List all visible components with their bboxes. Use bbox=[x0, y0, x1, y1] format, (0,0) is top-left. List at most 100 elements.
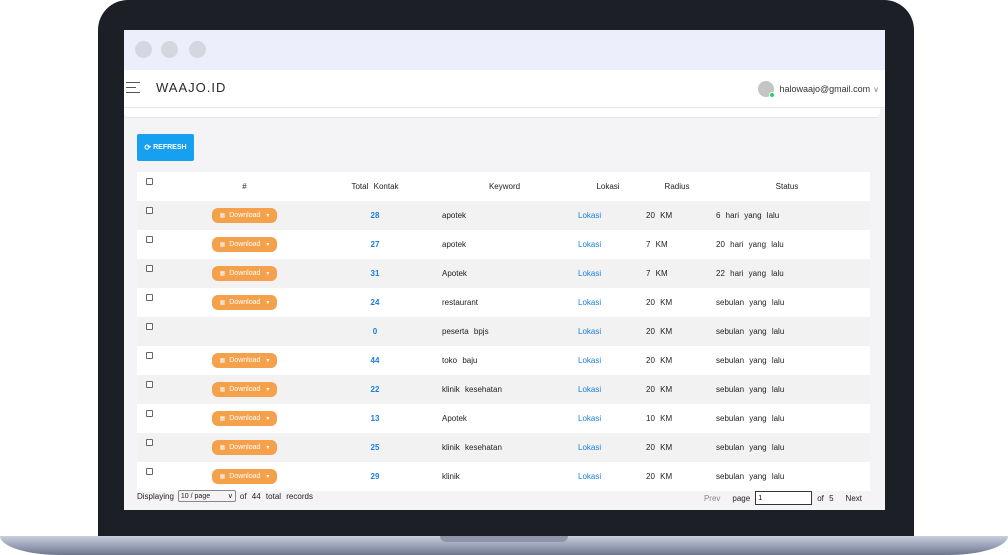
caret-down-icon: ▾ bbox=[266, 300, 270, 306]
keyword-cell: klinik bbox=[442, 472, 460, 481]
download-label: Download bbox=[229, 444, 261, 451]
next-page-link[interactable]: Next bbox=[846, 494, 862, 503]
radius-cell: 20 KM bbox=[646, 385, 673, 394]
download-button[interactable]: ▦ Download ▾ bbox=[212, 440, 277, 455]
caret-down-icon: ▾ bbox=[266, 271, 270, 277]
download-button[interactable]: ▦ Download ▾ bbox=[212, 469, 277, 484]
header-keyword[interactable]: Keyword bbox=[442, 172, 567, 201]
brand-logo[interactable]: WAAJO.ID bbox=[156, 80, 226, 95]
lokasi-link[interactable]: Lokasi bbox=[578, 240, 601, 249]
table-row: ▦ Download ▾ 44 toko baju Lokasi 20 KM sebulan … bbox=[137, 346, 870, 375]
download-button[interactable]: ▦ Download ▾ bbox=[212, 382, 277, 397]
row-checkbox[interactable] bbox=[146, 294, 153, 301]
window-minimize-dot[interactable] bbox=[161, 41, 178, 58]
download-label: Download bbox=[229, 473, 261, 480]
header-status[interactable]: Status bbox=[737, 172, 837, 201]
download-label: Download bbox=[229, 386, 261, 393]
row-checkbox[interactable] bbox=[146, 352, 153, 359]
records-count: of 44 total records bbox=[239, 491, 313, 501]
header-total-kontak[interactable]: Total Kontak bbox=[337, 172, 413, 201]
keyword-cell: klinik kesehatan bbox=[442, 443, 502, 452]
row-checkbox[interactable] bbox=[146, 265, 153, 272]
window-maximize-dot[interactable] bbox=[189, 41, 206, 58]
total-kontak-link[interactable]: 13 bbox=[371, 414, 380, 423]
total-kontak-link[interactable]: 0 bbox=[373, 327, 377, 336]
total-kontak-link[interactable]: 44 bbox=[371, 356, 380, 365]
download-button[interactable]: ▦ Download ▾ bbox=[212, 237, 277, 252]
lokasi-link[interactable]: Lokasi bbox=[578, 443, 601, 452]
table-row: ▦ Download ▾ 24 restaurant Lokasi 20 KM sebulan… bbox=[137, 288, 870, 317]
sub-header-bar bbox=[124, 108, 880, 118]
refresh-label: REFRESH bbox=[153, 144, 187, 151]
lokasi-link[interactable]: Lokasi bbox=[578, 385, 601, 394]
download-label: Download bbox=[229, 212, 261, 219]
per-page-select[interactable]: 10 / page ∨ bbox=[177, 490, 236, 502]
status-cell: sebulan yang lalu bbox=[716, 472, 785, 481]
header-lokasi[interactable]: Lokasi bbox=[583, 172, 633, 201]
caret-down-icon: ▾ bbox=[266, 445, 270, 451]
row-checkbox[interactable] bbox=[146, 207, 153, 214]
lokasi-link[interactable]: Lokasi bbox=[578, 298, 601, 307]
lokasi-link[interactable]: Lokasi bbox=[578, 472, 601, 481]
status-cell: sebulan yang lalu bbox=[716, 327, 785, 336]
radius-cell: 7 KM bbox=[646, 240, 668, 249]
total-kontak-link[interactable]: 22 bbox=[371, 385, 380, 394]
lokasi-link[interactable]: Lokasi bbox=[578, 211, 601, 220]
total-kontak-link[interactable]: 31 bbox=[371, 269, 380, 278]
header-radius[interactable]: Radius bbox=[647, 172, 707, 201]
download-label: Download bbox=[229, 415, 261, 422]
page-number-input[interactable] bbox=[755, 491, 813, 505]
avatar bbox=[758, 81, 776, 98]
select-all-checkbox[interactable] bbox=[146, 178, 153, 185]
total-kontak-link[interactable]: 29 bbox=[371, 472, 380, 481]
status-cell: sebulan yang lalu bbox=[716, 298, 785, 307]
row-checkbox[interactable] bbox=[146, 323, 153, 330]
row-checkbox[interactable] bbox=[146, 236, 153, 243]
keyword-cell: Apotek bbox=[442, 414, 467, 423]
row-checkbox[interactable] bbox=[146, 439, 153, 446]
radius-cell: 20 KM bbox=[646, 472, 673, 481]
refresh-button[interactable]: ⟳ REFRESH bbox=[137, 134, 194, 161]
caret-down-icon: ▾ bbox=[266, 242, 270, 248]
lokasi-link[interactable]: Lokasi bbox=[578, 414, 601, 423]
chevron-down-icon: ∨ bbox=[227, 493, 233, 500]
status-cell: 6 hari yang lalu bbox=[716, 211, 780, 220]
radius-cell: 20 KM bbox=[646, 298, 673, 307]
top-navbar: WAAJO.ID halowaajo@gmail.com ∨ bbox=[124, 70, 885, 108]
caret-down-icon: ▾ bbox=[266, 387, 270, 393]
download-button[interactable]: ▦ Download ▾ bbox=[212, 208, 277, 223]
user-email: halowaajo@gmail.com bbox=[779, 84, 871, 94]
download-button[interactable]: ▦ Download ▾ bbox=[212, 266, 277, 281]
download-button[interactable]: ▦ Download ▾ bbox=[212, 411, 277, 426]
lokasi-link[interactable]: Lokasi bbox=[578, 327, 601, 336]
prev-page-link[interactable]: Prev bbox=[704, 494, 720, 503]
lokasi-link[interactable]: Lokasi bbox=[578, 269, 601, 278]
per-page-value: 10 / page bbox=[180, 492, 211, 500]
total-kontak-link[interactable]: 25 bbox=[371, 443, 380, 452]
user-menu[interactable]: halowaajo@gmail.com ∨ bbox=[758, 79, 879, 99]
row-checkbox[interactable] bbox=[146, 381, 153, 388]
menu-icon[interactable] bbox=[126, 82, 140, 94]
download-label: Download bbox=[229, 270, 261, 277]
lokasi-link[interactable]: Lokasi bbox=[578, 356, 601, 365]
screen: WAAJO.ID halowaajo@gmail.com ∨ ⟳ REFRESH… bbox=[124, 30, 885, 510]
chevron-down-icon: ∨ bbox=[873, 84, 879, 94]
download-label: Download bbox=[229, 299, 261, 306]
total-kontak-link[interactable]: 27 bbox=[371, 240, 380, 249]
file-pdf-icon: ▦ bbox=[219, 416, 226, 422]
table-row: ▦ Download ▾ 31 Apotek Lokasi 7 KM 22 hari yang… bbox=[137, 259, 870, 288]
row-checkbox[interactable] bbox=[146, 468, 153, 475]
header-num: # bbox=[242, 182, 247, 191]
row-checkbox[interactable] bbox=[146, 410, 153, 417]
caret-down-icon: ▾ bbox=[266, 358, 270, 364]
total-kontak-link[interactable]: 28 bbox=[371, 211, 380, 220]
status-cell: sebulan yang lalu bbox=[716, 356, 785, 365]
download-button[interactable]: ▦ Download ▾ bbox=[212, 295, 277, 310]
total-kontak-link[interactable]: 24 bbox=[371, 298, 380, 307]
download-button[interactable]: ▦ Download ▾ bbox=[212, 353, 277, 368]
table-header: # Total Kontak Keyword Lokasi Radius Sta… bbox=[137, 172, 870, 201]
window-close-dot[interactable] bbox=[135, 41, 152, 58]
status-cell: 20 hari yang lalu bbox=[716, 240, 784, 249]
file-pdf-icon: ▦ bbox=[219, 242, 226, 248]
table-row: ▦ Download ▾ 25 klinik kesehatan Lokasi 20 KM s… bbox=[137, 433, 870, 462]
